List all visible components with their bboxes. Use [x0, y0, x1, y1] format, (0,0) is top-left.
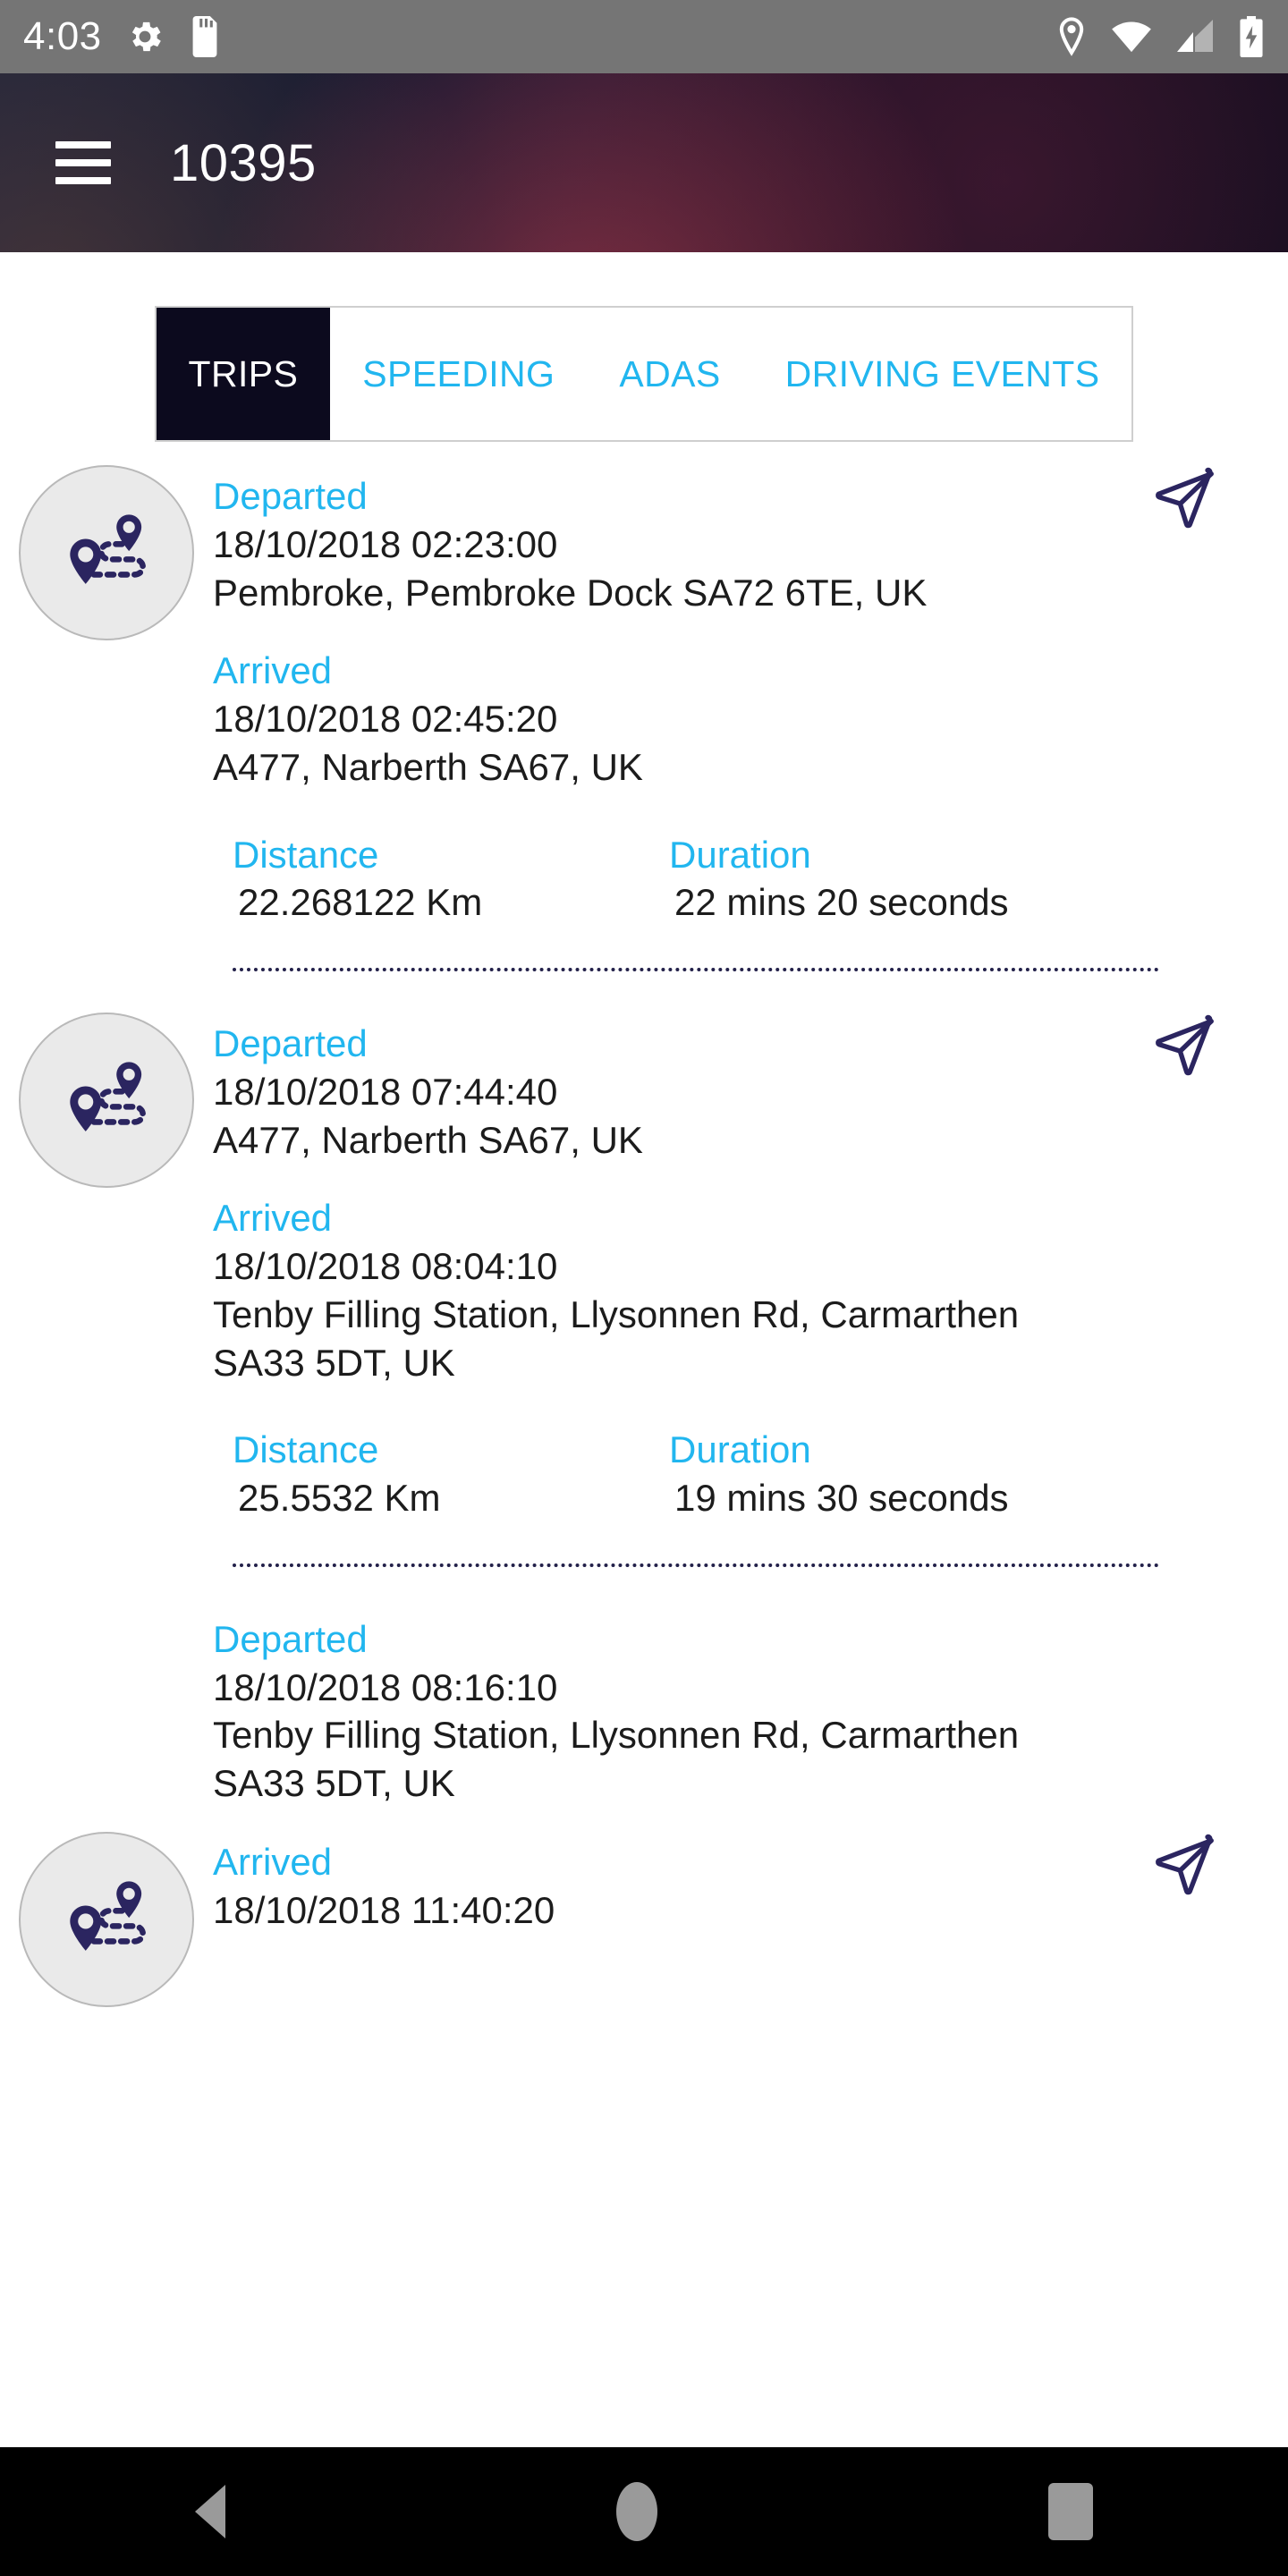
arrived-block: Arrived 18/10/2018 11:40:20	[213, 1838, 1118, 1935]
avatar	[19, 1013, 194, 1188]
location-pin-icon	[1059, 17, 1084, 56]
departed-place: A477, Narberth SA67, UK	[213, 1118, 643, 1161]
arrived-place: Tenby Filling Station, Llysonnen Rd, Car…	[213, 1292, 1020, 1384]
route-pins-icon	[70, 1062, 146, 1131]
trip-avatar-column	[0, 1013, 213, 1188]
app-bar: 10395	[0, 73, 1288, 252]
duration-value: 19 mins 30 seconds	[674, 1477, 1009, 1519]
tab-trips[interactable]: TRIPS	[156, 308, 331, 440]
trip-list-item[interactable]: Departed 18/10/2018 02:23:00 Pembroke, P…	[0, 465, 1288, 927]
trip-divider	[233, 968, 1159, 971]
trip-send-column	[1118, 465, 1252, 533]
trip-divider	[233, 1563, 1159, 1567]
back-icon[interactable]	[195, 2485, 226, 2538]
send-plane-icon[interactable]	[1151, 1013, 1219, 1080]
route-pins-icon	[70, 1881, 146, 1951]
tab-bar-container: TRIPS SPEEDING ADAS DRIVING EVENTS	[0, 254, 1288, 442]
route-pins-icon	[70, 514, 146, 584]
departed-place: Tenby Filling Station, Llysonnen Rd, Car…	[213, 1714, 1020, 1804]
trip-metrics: Distance 25.5532 Km Duration 19 mins 30 …	[213, 1426, 1118, 1522]
departed-place: Pembroke, Pembroke Dock SA72 6TE, UK	[213, 571, 928, 614]
departed-time: 18/10/2018 08:16:10	[213, 1665, 558, 1708]
distance-label: Distance	[233, 1428, 379, 1471]
avatar	[19, 465, 194, 640]
recents-icon[interactable]	[1047, 2483, 1093, 2540]
tab-bar: TRIPS SPEEDING ADAS DRIVING EVENTS	[154, 306, 1134, 442]
trip-avatar-column	[0, 1608, 213, 2007]
trip-list-item[interactable]: Departed 18/10/2018 08:16:10 Tenby Filli…	[0, 1608, 1288, 2007]
tab-driving-events[interactable]: DRIVING EVENTS	[752, 308, 1132, 440]
arrived-place: A477, Narberth SA67, UK	[213, 745, 643, 788]
duration-label: Duration	[669, 1428, 811, 1471]
arrived-label: Arrived	[213, 1840, 333, 1883]
duration-value: 22 mins 20 seconds	[674, 881, 1009, 924]
trip-metrics: Distance 22.268122 Km Duration 22 mins 2…	[213, 831, 1118, 928]
gear-icon	[131, 21, 161, 52]
android-navigation-bar	[0, 2447, 1288, 2576]
sd-card-icon	[192, 16, 217, 57]
distance-value: 22.268122 Km	[238, 881, 483, 924]
trip-details: Departed 18/10/2018 02:23:00 Pembroke, P…	[213, 465, 1118, 927]
arrived-time: 18/10/2018 08:04:10	[213, 1245, 558, 1287]
departed-label: Departed	[213, 1022, 368, 1064]
departed-block: Departed 18/10/2018 08:16:10 Tenby Filli…	[213, 1615, 1118, 1808]
cellular-signal-icon	[1177, 20, 1213, 52]
arrived-label: Arrived	[213, 1197, 333, 1240]
content-scroll-area[interactable]: TRIPS SPEEDING ADAS DRIVING EVENTS Depar…	[0, 254, 1288, 2447]
departed-block: Departed 18/10/2018 07:44:40 A477, Narbe…	[213, 1020, 1118, 1164]
status-bar: 4:03	[0, 0, 1288, 73]
battery-charging-icon	[1240, 16, 1263, 57]
trip-details: Departed 18/10/2018 07:44:40 A477, Narbe…	[213, 1013, 1118, 1522]
send-plane-icon[interactable]	[1151, 465, 1219, 533]
arrived-time: 18/10/2018 02:45:20	[213, 698, 558, 740]
hamburger-bar	[55, 177, 111, 184]
arrived-time: 18/10/2018 11:40:20	[213, 1888, 555, 1931]
tab-speeding[interactable]: SPEEDING	[330, 308, 588, 440]
trip-details: Departed 18/10/2018 08:16:10 Tenby Filli…	[213, 1608, 1118, 1965]
distance-value: 25.5532 Km	[238, 1477, 441, 1519]
wifi-icon	[1112, 21, 1151, 53]
trip-list-item[interactable]: Departed 18/10/2018 07:44:40 A477, Narbe…	[0, 1013, 1288, 1522]
status-bar-right	[1055, 16, 1265, 57]
arrived-label: Arrived	[213, 649, 333, 692]
trip-list: Departed 18/10/2018 02:23:00 Pembroke, P…	[0, 442, 1288, 2007]
status-bar-left: 4:03	[23, 14, 222, 59]
trip-avatar-column	[0, 465, 213, 640]
departed-label: Departed	[213, 475, 368, 517]
home-icon[interactable]	[615, 2482, 657, 2541]
trip-send-column	[1118, 1013, 1252, 1080]
send-plane-icon[interactable]	[1151, 1832, 1219, 1900]
page-title: 10395	[170, 133, 317, 192]
distance-metric: Distance 25.5532 Km	[213, 1426, 649, 1522]
avatar	[19, 1831, 194, 2007]
arrived-block: Arrived 18/10/2018 02:45:20 A477, Narber…	[213, 647, 1118, 791]
duration-metric: Duration 19 mins 30 seconds	[649, 1426, 1086, 1522]
departed-time: 18/10/2018 07:44:40	[213, 1070, 558, 1113]
tab-adas[interactable]: ADAS	[587, 308, 753, 440]
arrived-block: Arrived 18/10/2018 08:04:10 Tenby Fillin…	[213, 1194, 1118, 1386]
duration-metric: Duration 22 mins 20 seconds	[649, 831, 1086, 928]
hamburger-bar	[55, 141, 111, 148]
distance-metric: Distance 22.268122 Km	[213, 831, 649, 928]
trip-send-column	[1118, 1608, 1252, 1900]
departed-block: Departed 18/10/2018 02:23:00 Pembroke, P…	[213, 472, 1118, 616]
departed-time: 18/10/2018 02:23:00	[213, 522, 558, 565]
distance-label: Distance	[233, 833, 379, 876]
hamburger-menu-icon[interactable]	[55, 131, 111, 195]
departed-label: Departed	[213, 1617, 368, 1660]
hamburger-bar	[55, 159, 111, 166]
duration-label: Duration	[669, 833, 811, 876]
status-bar-clock: 4:03	[23, 14, 102, 58]
